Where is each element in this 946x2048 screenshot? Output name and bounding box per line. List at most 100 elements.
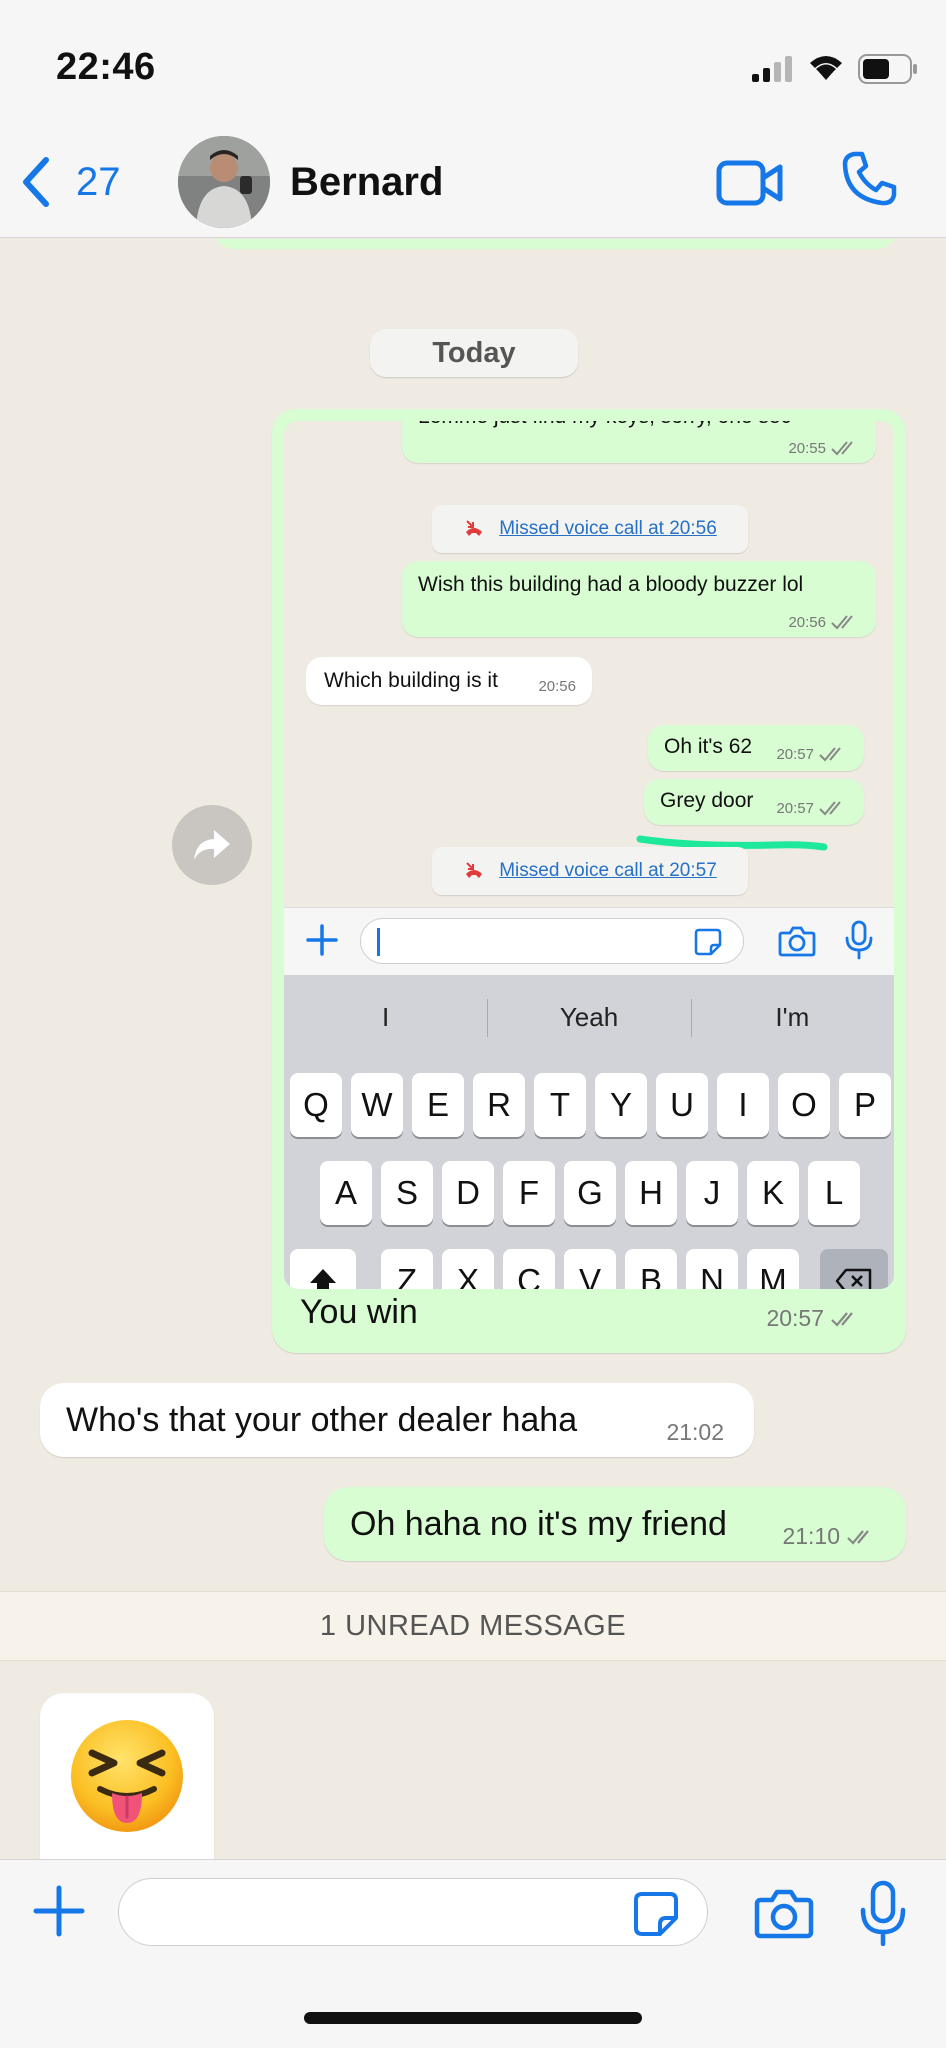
shot-message-building-time: 20:56: [788, 613, 826, 631]
incoming-message[interactable]: Who's that your other dealer haha 21:02: [40, 1383, 754, 1457]
backspace-icon: [835, 1268, 872, 1289]
wifi-icon: [810, 56, 842, 80]
shot-message-building: Wish this building had a bloody buzzer l…: [402, 561, 876, 637]
shot-missed-call-1: Missed voice call at 20:56: [432, 505, 748, 553]
key-i: I: [717, 1073, 769, 1137]
shot-message-partial-time: 20:55: [788, 439, 826, 457]
home-indicator-bar[interactable]: [304, 2012, 642, 2024]
forward-button[interactable]: [172, 805, 252, 885]
chat-area[interactable]: Today Lemme just find my keys, sorry, on…: [0, 239, 946, 1859]
outgoing-message-time: 21:10: [782, 1523, 840, 1549]
screenshot-image[interactable]: Lemme just find my keys, sorry, one sec …: [284, 421, 894, 1289]
suggestion-1: I: [382, 1001, 390, 1032]
previous-bubble-edge: [212, 239, 898, 249]
sticker-icon[interactable]: [632, 1890, 680, 1938]
shift-arrow-icon: [310, 1269, 336, 1289]
missed-call-icon: [466, 862, 483, 878]
image-message-time: 20:57: [766, 1305, 824, 1331]
plus-icon: [306, 924, 338, 956]
read-ticks-icon: [847, 1529, 869, 1545]
text-caret: [377, 928, 380, 956]
key-y: Y: [595, 1073, 647, 1137]
contact-avatar[interactable]: [178, 136, 270, 228]
shot-message-which-time: 20:56: [538, 678, 576, 695]
shot-message-62-time: 20:57: [776, 745, 814, 763]
shot-message-partial: Lemme just find my keys, sorry, one sec …: [402, 421, 876, 463]
read-ticks-icon: [819, 747, 841, 762]
key-d: D: [442, 1161, 494, 1225]
voice-call-icon[interactable]: [840, 150, 898, 208]
emoji-message[interactable]: [40, 1693, 214, 1859]
key-s: S: [381, 1161, 433, 1225]
video-call-icon[interactable]: [716, 156, 784, 210]
outgoing-message[interactable]: Oh haha no it's my friend 21:10: [324, 1487, 906, 1561]
shot-message-grey-text: Grey door: [660, 789, 754, 812]
forward-arrow-icon: [194, 830, 230, 860]
key-g: G: [564, 1161, 616, 1225]
avatar-photo: [178, 136, 270, 228]
camera-icon: [778, 926, 816, 957]
read-ticks-icon: [819, 801, 841, 816]
shot-input-bar: [284, 907, 894, 975]
key-shift: [290, 1249, 356, 1289]
key-backspace: [820, 1249, 888, 1289]
shot-message-62-text: Oh it's 62: [664, 735, 753, 758]
suggestion-2: Yeah: [487, 975, 690, 1059]
key-r: R: [473, 1073, 525, 1137]
image-message-bubble[interactable]: Lemme just find my keys, sorry, one sec …: [272, 409, 906, 1353]
battery-icon: [858, 54, 917, 84]
key-a: A: [320, 1161, 372, 1225]
key-f: F: [503, 1161, 555, 1225]
key-p: P: [839, 1073, 891, 1137]
key-o: O: [778, 1073, 830, 1137]
microphone-icon: [845, 920, 873, 960]
status-time: 22:46: [56, 46, 156, 88]
cellular-signal-icon: [752, 56, 792, 82]
date-separator: Today: [370, 329, 578, 377]
shot-message-building-text: Wish this building had a bloody buzzer l…: [418, 573, 804, 596]
key-u: U: [656, 1073, 708, 1137]
key-c: C: [503, 1249, 555, 1289]
shot-message-which: Which building is it 20:56: [306, 657, 592, 705]
contact-name[interactable]: Bernard: [290, 160, 443, 205]
outgoing-message-text: Oh haha no it's my friend: [350, 1505, 727, 1543]
attach-plus-icon[interactable]: [32, 1884, 86, 1938]
key-z: Z: [381, 1249, 433, 1289]
squinting-face-with-tongue-icon: [71, 1720, 183, 1832]
shot-missed-call-2: Missed voice call at 20:57: [432, 847, 748, 895]
key-l: L: [808, 1161, 860, 1225]
chat-header: 27 Bernard: [0, 130, 946, 238]
shot-missed-call-1-text: Missed voice call at 20:56: [499, 518, 717, 539]
camera-icon[interactable]: [754, 1886, 814, 1940]
incoming-message-time: 21:02: [666, 1419, 724, 1445]
image-caption: You win: [300, 1293, 418, 1331]
shot-message-grey-time: 20:57: [776, 799, 814, 817]
key-k: K: [747, 1161, 799, 1225]
shot-missed-call-2-text: Missed voice call at 20:57: [499, 860, 717, 881]
shot-suggestions: I Yeah I'm: [284, 975, 894, 1059]
read-ticks-icon: [831, 615, 853, 630]
sticker-icon: [694, 928, 722, 956]
read-ticks-icon: [831, 441, 853, 456]
microphone-icon[interactable]: [858, 1880, 908, 1946]
shot-keyboard: I Yeah I'm Q W E R T Y U I O P A S D F G…: [284, 975, 894, 1289]
shot-message-which-text: Which building is it: [324, 669, 498, 692]
image-message-meta: 20:57: [766, 1305, 860, 1332]
key-b: B: [625, 1249, 677, 1289]
key-h: H: [625, 1161, 677, 1225]
status-bar: 22:46: [0, 0, 946, 130]
missed-call-icon: [466, 520, 483, 536]
key-n: N: [686, 1249, 738, 1289]
unread-messages-banner: 1 UNREAD MESSAGE: [0, 1591, 946, 1661]
key-e: E: [412, 1073, 464, 1137]
back-button[interactable]: 27: [18, 152, 121, 212]
key-v: V: [564, 1249, 616, 1289]
key-w: W: [351, 1073, 403, 1137]
message-input[interactable]: [118, 1878, 708, 1946]
shot-message-partial-text: Lemme just find my keys, sorry, one sec: [418, 421, 791, 429]
key-j: J: [686, 1161, 738, 1225]
key-t: T: [534, 1073, 586, 1137]
read-ticks-icon: [831, 1311, 853, 1327]
unread-count: 27: [76, 159, 121, 204]
suggestion-3: I'm: [690, 975, 894, 1059]
